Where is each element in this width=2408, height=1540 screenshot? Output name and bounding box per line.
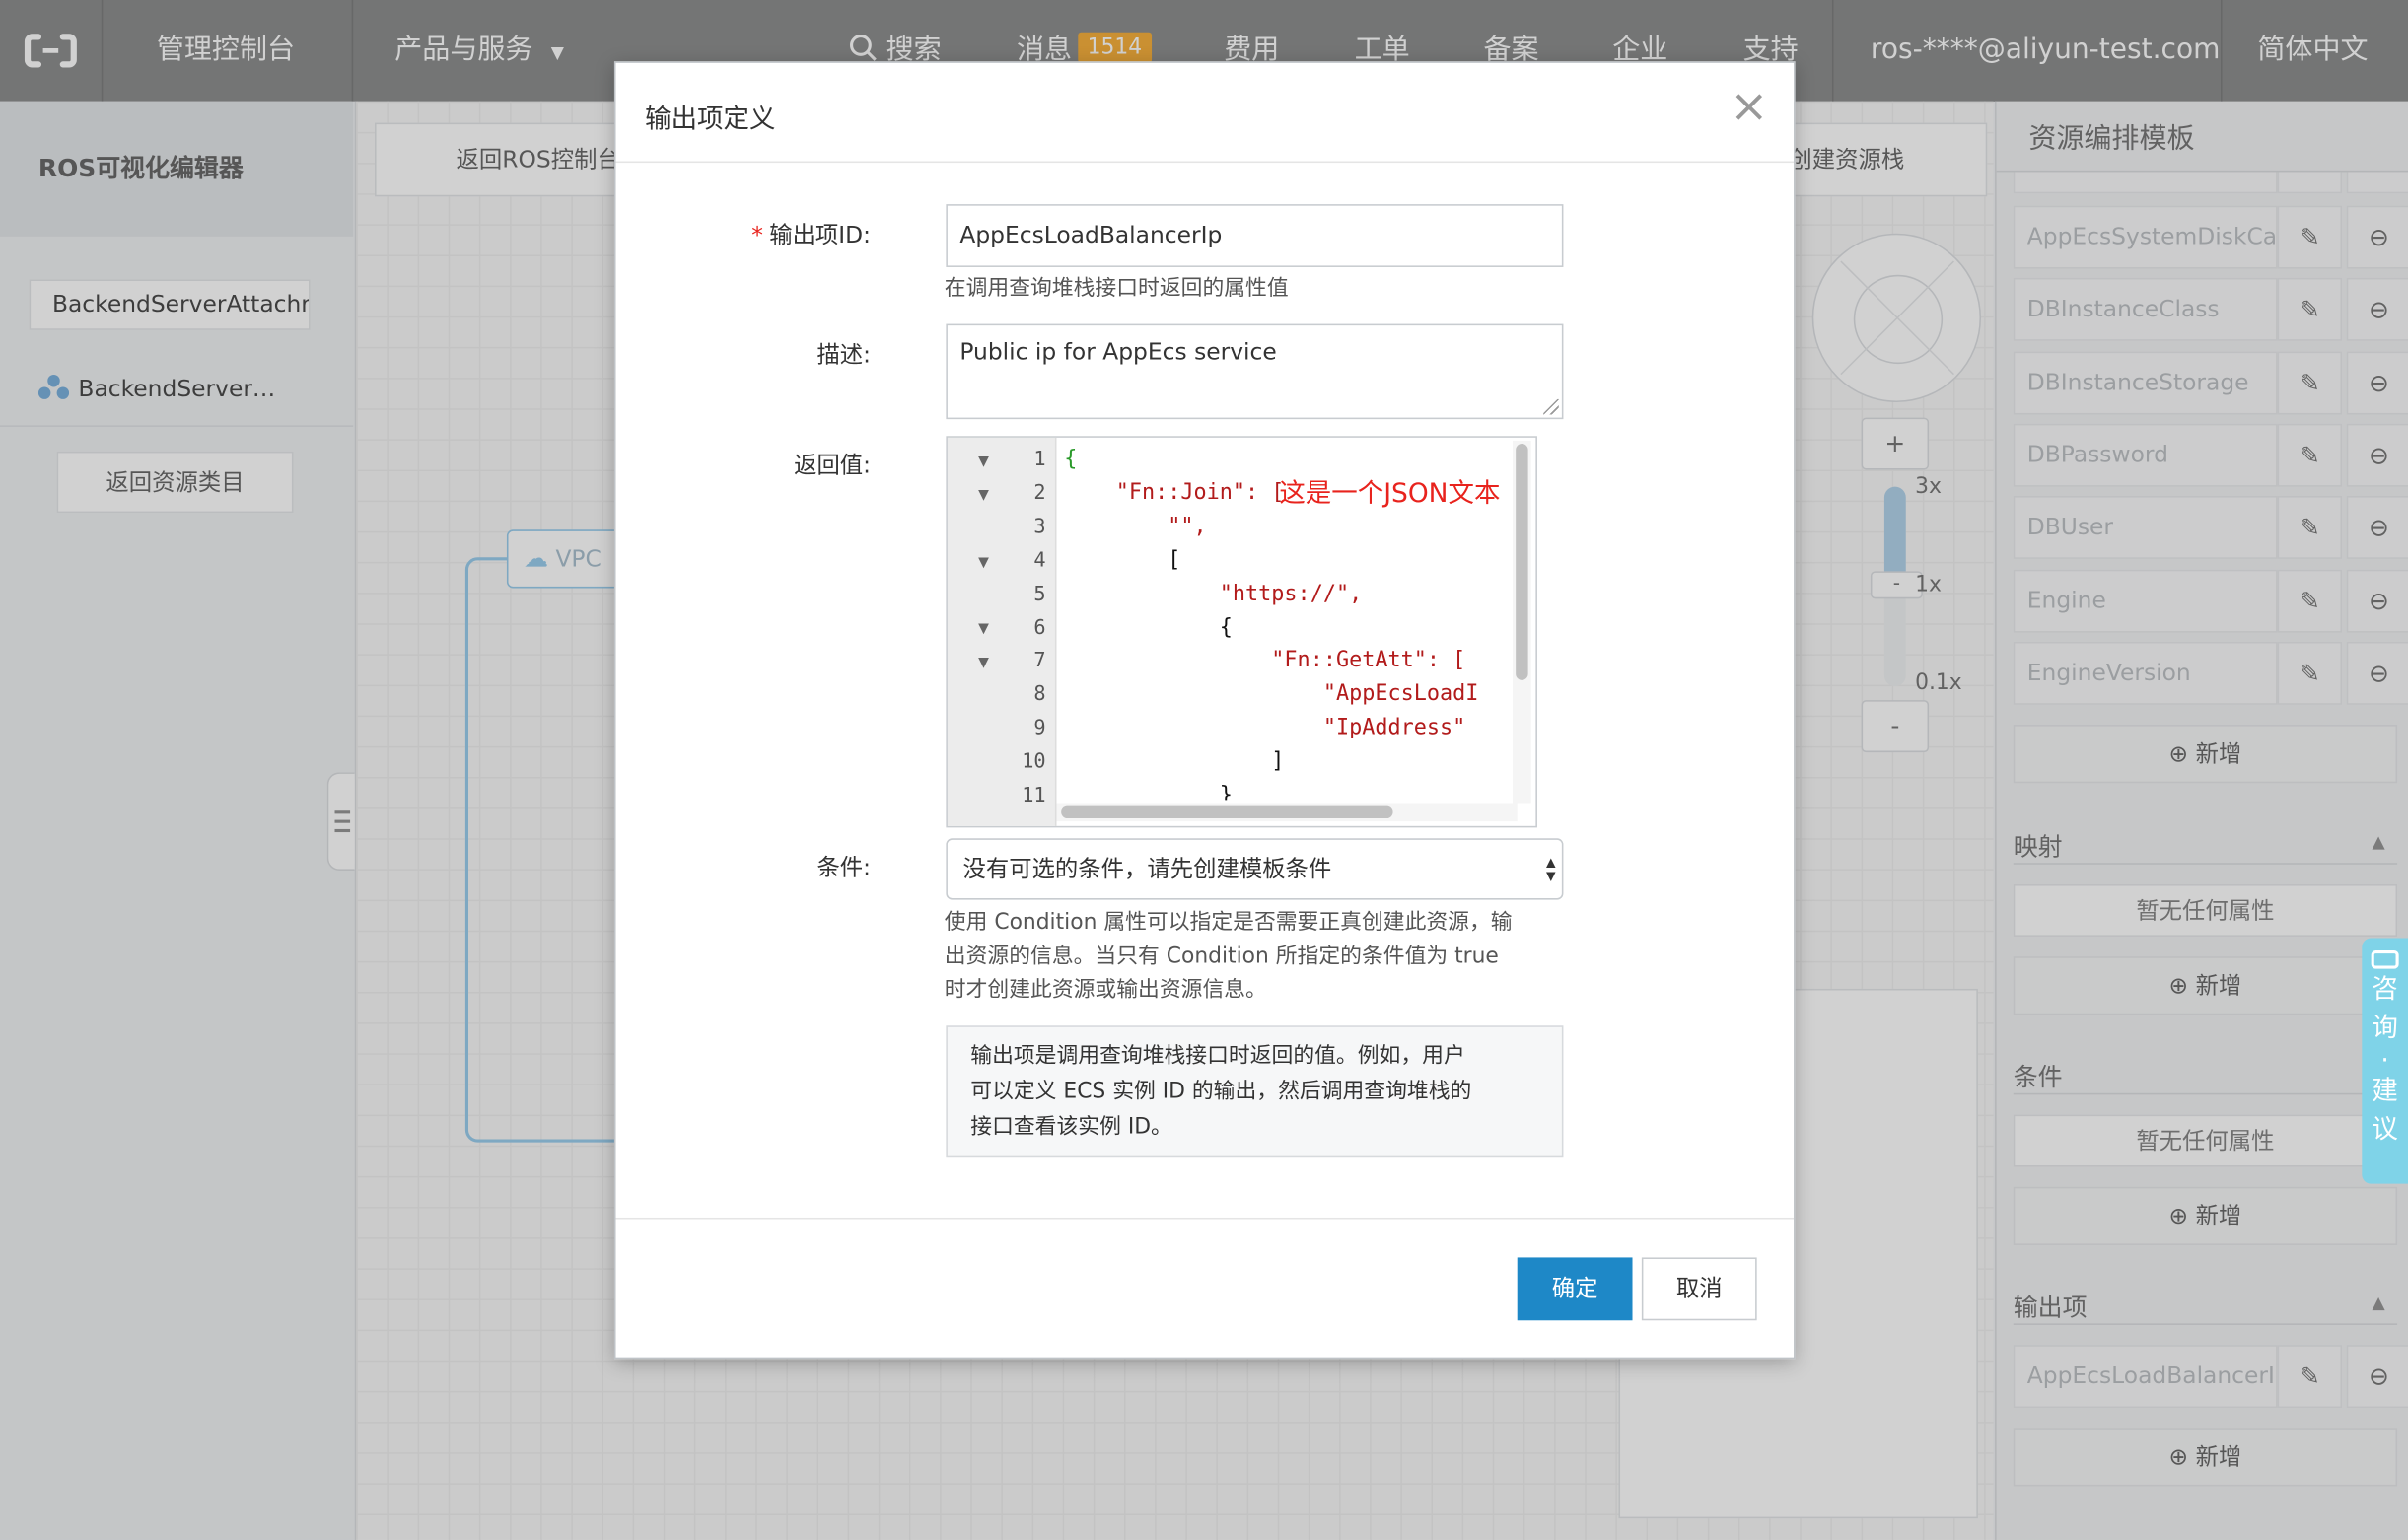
description-textarea[interactable]: Public ip for AppEcs service bbox=[946, 323, 1564, 420]
feedback-float-tab[interactable]: 咨 询 · 建 议 bbox=[2362, 938, 2408, 1184]
code-line: "https://", bbox=[1064, 582, 1363, 607]
feedback-char: 询 bbox=[2372, 1013, 2398, 1044]
dialog-title: 输出项定义 bbox=[645, 104, 776, 136]
vertical-scrollbar[interactable] bbox=[1513, 440, 1531, 804]
fold-arrow-icon[interactable]: ▼ bbox=[978, 622, 989, 638]
output-id-hint: 在调用查询堆栈接口时返回的属性值 bbox=[944, 276, 1289, 302]
screen: 管理控制台 产品与服务 ▼ 搜索 消息 1514 费用 工单 备案 企业 支持 r… bbox=[0, 0, 2408, 1540]
fold-arrow-icon[interactable]: ▼ bbox=[978, 488, 989, 504]
condition-label: 条件: bbox=[816, 853, 872, 881]
cancel-button[interactable]: 取消 bbox=[1641, 1257, 1757, 1321]
horizontal-scrollbar[interactable] bbox=[1056, 803, 1518, 822]
line-number: 5 bbox=[1033, 583, 1046, 607]
horizontal-scroll-thumb[interactable] bbox=[1061, 805, 1393, 819]
condition-select[interactable]: 没有可选的条件，请先创建模板条件 ▲ ▼ bbox=[946, 838, 1564, 900]
feedback-char: 咨 bbox=[2372, 974, 2398, 1007]
output-id-input[interactable]: AppEcsLoadBalancerIp bbox=[946, 204, 1564, 267]
info-line-2: 可以定义 ECS 实例 ID 的输出，然后调用查询堆栈的 bbox=[970, 1079, 1472, 1104]
json-code-editor[interactable]: ▼ ▼ ▼ ▼ ▼ 1 2 3 4 5 6 7 8 9 10 11 { "Fn:… bbox=[946, 436, 1537, 828]
line-number: 7 bbox=[1033, 649, 1046, 673]
return-value-label: 返回值: bbox=[794, 451, 872, 479]
line-number: 11 bbox=[1022, 784, 1046, 808]
output-definition-dialog: 输出项定义 × * 输出项ID: AppEcsLoadBalancerIp 在调用… bbox=[613, 61, 1796, 1360]
code-line: "AppEcsLoadI bbox=[1064, 681, 1479, 707]
code-line: [ bbox=[1064, 547, 1181, 573]
feedback-char: 议 bbox=[2372, 1114, 2398, 1146]
info-line-3: 接口查看该实例 ID。 bbox=[970, 1114, 1172, 1140]
fold-arrow-icon[interactable]: ▼ bbox=[978, 556, 989, 572]
fold-arrow-icon[interactable]: ▼ bbox=[978, 455, 989, 470]
chat-icon bbox=[2371, 949, 2399, 969]
code-line: ] bbox=[1064, 748, 1285, 774]
description-value: Public ip for AppEcs service bbox=[959, 337, 1277, 366]
resize-grip-icon[interactable] bbox=[1543, 398, 1559, 415]
condition-select-value: 没有可选的条件，请先创建模板条件 bbox=[962, 855, 1332, 883]
output-id-label: * 输出项ID: bbox=[625, 218, 871, 250]
code-line: { bbox=[1064, 615, 1233, 641]
line-number: 1 bbox=[1033, 448, 1046, 472]
condition-hint-line-2: 出资源的信息。当只有 Condition 所指定的条件值为 true bbox=[944, 944, 1499, 969]
line-number: 6 bbox=[1033, 617, 1046, 641]
feedback-char: 建 bbox=[2372, 1076, 2398, 1107]
output-info-box: 输出项是调用查询堆栈接口时返回的值。例如，用户 可以定义 ECS 实例 ID 的… bbox=[946, 1025, 1564, 1158]
confirm-button[interactable]: 确定 bbox=[1517, 1257, 1633, 1321]
condition-hint-line-3: 时才创建此资源或输出资源信息。 bbox=[944, 978, 1267, 1003]
line-number: 8 bbox=[1033, 682, 1046, 707]
json-annotation: 这是一个JSON文本 bbox=[1279, 478, 1501, 511]
fold-arrow-icon[interactable]: ▼ bbox=[978, 656, 989, 671]
line-number: 2 bbox=[1033, 481, 1046, 506]
feedback-char: · bbox=[2380, 1045, 2389, 1077]
code-line: { bbox=[1064, 447, 1078, 472]
code-line: "IpAddress" bbox=[1064, 715, 1466, 740]
code-line: "Fn::Join": [ bbox=[1064, 480, 1285, 506]
close-icon[interactable]: × bbox=[1730, 84, 1769, 131]
output-id-label-text: 输出项ID: bbox=[769, 221, 872, 249]
line-number: 4 bbox=[1033, 549, 1046, 573]
required-mark: * bbox=[751, 221, 763, 249]
editor-gutter: ▼ ▼ ▼ ▼ ▼ 1 2 3 4 5 6 7 8 9 10 11 bbox=[947, 437, 1057, 826]
line-number: 10 bbox=[1022, 750, 1046, 774]
line-number: 9 bbox=[1033, 717, 1046, 740]
condition-hint-line-1: 使用 Condition 属性可以指定是否需要正真创建此资源，输 bbox=[944, 910, 1513, 936]
code-line: "Fn::GetAtt": [ bbox=[1064, 648, 1466, 673]
vertical-scroll-thumb[interactable] bbox=[1516, 444, 1528, 680]
line-number: 3 bbox=[1033, 516, 1046, 539]
code-line: "", bbox=[1064, 514, 1207, 539]
code-line: } bbox=[1064, 783, 1233, 801]
info-line-1: 输出项是调用查询堆栈接口时返回的值。例如，用户 bbox=[970, 1043, 1465, 1069]
select-arrows-icon: ▲ ▼ bbox=[1546, 855, 1556, 883]
description-label: 描述: bbox=[816, 340, 872, 369]
